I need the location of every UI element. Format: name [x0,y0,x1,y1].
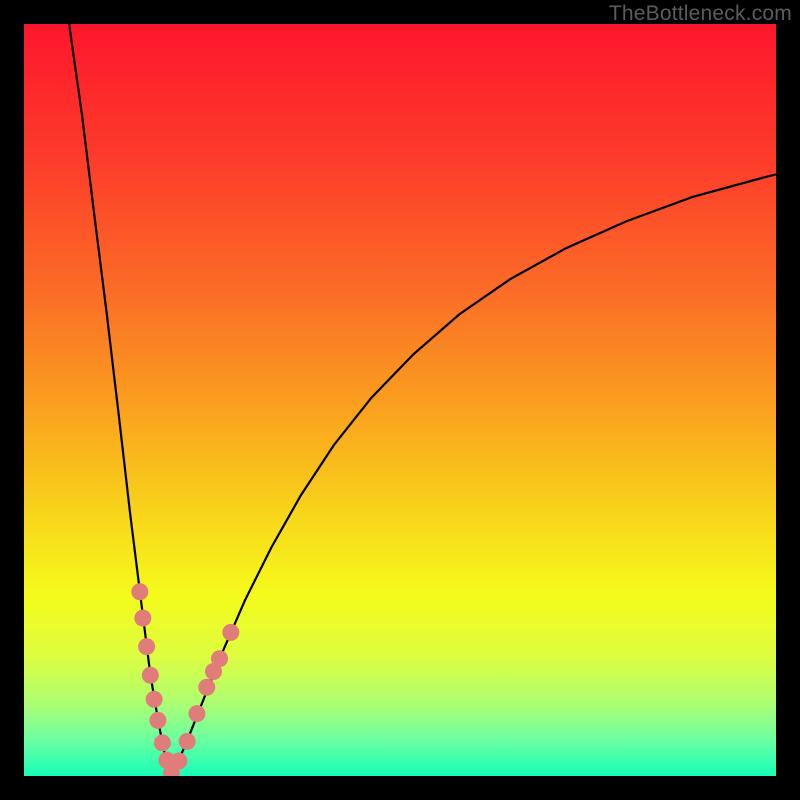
marker-point [188,705,205,722]
marker-point [142,667,159,684]
watermark-text: TheBottleneck.com [609,2,792,26]
marker-point [134,610,151,627]
curve-right [171,174,776,776]
marker-point [146,691,163,708]
marker-point [198,679,215,696]
marker-point [179,733,196,750]
marker-point [154,734,171,751]
markers-group [131,583,239,776]
marker-point [222,624,239,641]
marker-point [170,752,187,769]
marker-point [138,638,155,655]
marker-point [131,583,148,600]
curve-left [69,24,171,776]
marker-point [149,712,166,729]
chart-curves [24,24,776,776]
marker-point [211,650,228,667]
plot-area [24,24,776,776]
chart-frame: TheBottleneck.com [0,0,800,800]
